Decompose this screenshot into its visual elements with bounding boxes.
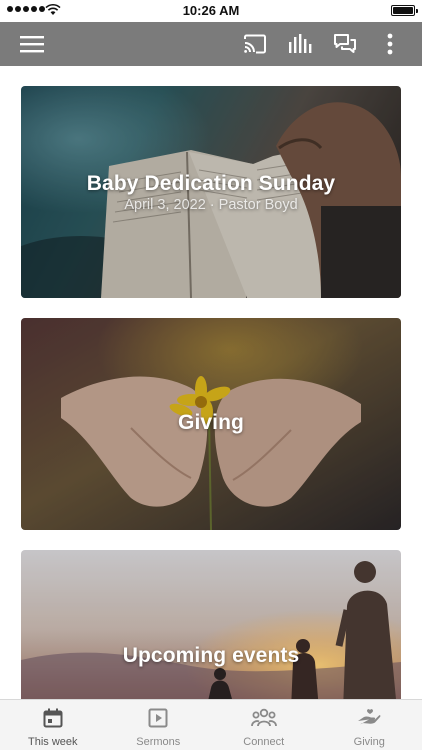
sermon-card[interactable]: Baby Dedication Sunday April 3, 2022 · P… (21, 86, 401, 298)
bottom-tab-bar: This week Sermons Connect Giving (0, 699, 422, 750)
status-bar: 10:26 AM (0, 0, 422, 22)
cast-icon (244, 34, 266, 54)
tab-label: Sermons (136, 736, 181, 748)
tab-label: This week (27, 736, 78, 748)
app-toolbar (0, 22, 422, 66)
giving-card[interactable]: Giving (21, 318, 401, 530)
menu-button[interactable] (14, 22, 50, 66)
chat-button[interactable] (327, 22, 363, 66)
content-feed: Baby Dedication Sunday April 3, 2022 · P… (0, 66, 422, 699)
people-icon (250, 708, 277, 727)
tab-label: Giving (353, 736, 385, 748)
more-vertical-icon (387, 33, 393, 55)
events-card-title: Upcoming events (122, 644, 300, 667)
hand-icon (358, 709, 381, 725)
calendar-icon (43, 708, 63, 728)
menu-icon (20, 36, 44, 53)
tab-connect[interactable]: Connect (211, 700, 317, 750)
sermon-card-subtitle: April 3, 2022 · Pastor Boyd (124, 197, 298, 213)
giving-card-title: Giving (178, 411, 244, 434)
events-card[interactable]: Upcoming events (21, 550, 401, 699)
sermon-card-title: Baby Dedication Sunday (86, 172, 336, 195)
cast-button[interactable] (237, 22, 273, 66)
tab-this-week[interactable]: This week (0, 700, 106, 750)
tab-giving[interactable]: Giving (317, 700, 422, 750)
status-time: 10:26 AM (182, 3, 240, 18)
battery-icon (391, 5, 418, 16)
audio-bars-icon (289, 34, 312, 53)
play-icon (148, 708, 168, 728)
tab-sermons[interactable]: Sermons (106, 700, 212, 750)
more-options-button[interactable] (372, 22, 408, 66)
audio-button[interactable] (282, 22, 318, 66)
chat-icon (334, 34, 356, 53)
tab-label: Connect (243, 736, 285, 748)
